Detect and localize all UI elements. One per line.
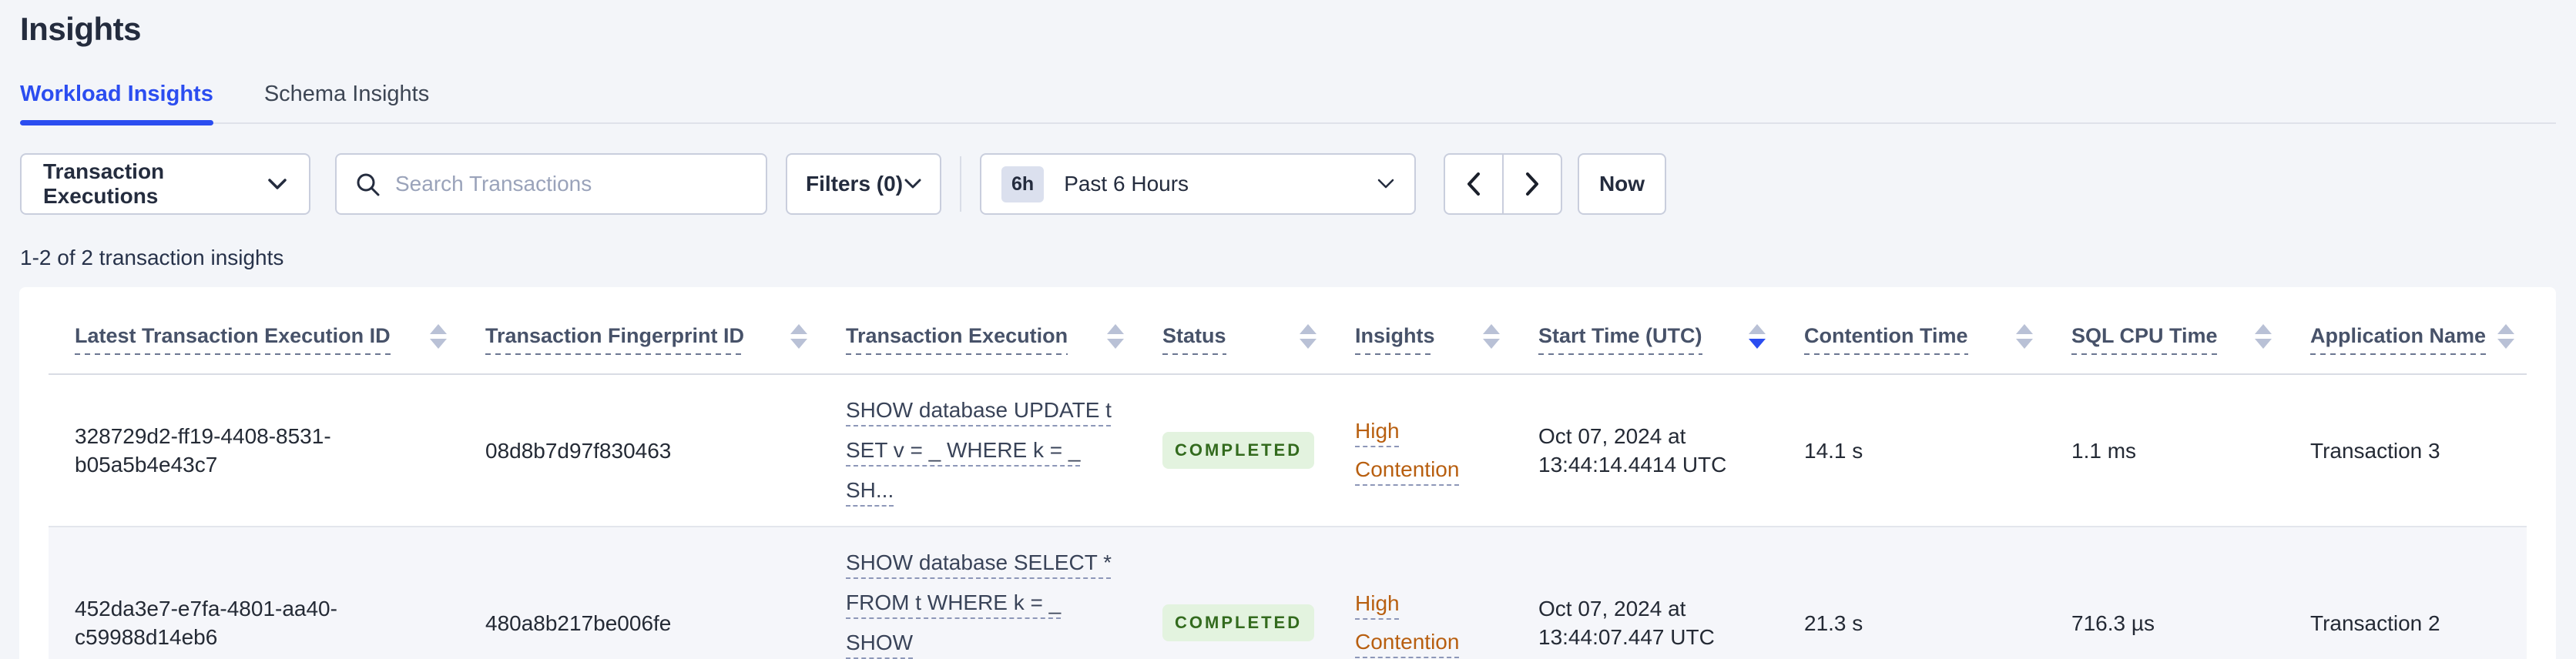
transaction-execution-link[interactable]: SHOW database SELECT * FROM t WHERE k = … — [846, 550, 1112, 659]
table-row: 328729d2-ff19-4408-8531- b05a5b4e43c7 08… — [49, 374, 2527, 527]
time-pager — [1444, 153, 1562, 215]
transaction-execution-link[interactable]: SHOW database UPDATE t SET v = _ WHERE k… — [846, 398, 1112, 502]
sort-icon[interactable] — [2255, 324, 2272, 349]
transaction-execution-cell: SHOW database UPDATE t SET v = _ WHERE k… — [820, 374, 1136, 527]
column-header-fingerprint-id[interactable]: Transaction Fingerprint ID — [459, 287, 820, 374]
next-time-button[interactable] — [1502, 153, 1562, 215]
time-range-badge: 6h — [1001, 166, 1045, 202]
contention-time-cell: 21.3 s — [1804, 610, 1863, 635]
high-contention-link[interactable]: High Contention — [1355, 591, 1459, 654]
column-header-latest-execution-id[interactable]: Latest Transaction Execution ID — [49, 287, 459, 374]
column-header-status[interactable]: Status — [1136, 287, 1329, 374]
start-time-cell: Oct 07, 2024 at 13:44:07.447 UTC — [1538, 597, 1715, 649]
chevron-down-icon — [904, 179, 921, 189]
chevron-down-icon — [1377, 179, 1394, 189]
search-input[interactable] — [335, 153, 767, 215]
table-header-row: Latest Transaction Execution ID Transact… — [49, 287, 2527, 374]
status-cell: COMPLETED — [1136, 374, 1329, 527]
status-cell: COMPLETED — [1136, 527, 1329, 659]
search-container — [335, 153, 767, 215]
status-badge: COMPLETED — [1162, 604, 1315, 641]
column-header-insights[interactable]: Insights — [1329, 287, 1512, 374]
sql-cpu-time-cell: 1.1 ms — [2071, 438, 2137, 463]
sort-icon[interactable] — [790, 324, 807, 349]
tab-schema-insights[interactable]: Schema Insights — [264, 82, 429, 122]
insights-table-card: Latest Transaction Execution ID Transact… — [19, 287, 2556, 659]
sort-icon[interactable] — [2016, 324, 2033, 349]
time-range-label: Past 6 Hours — [1064, 172, 1189, 196]
toolbar-divider — [960, 156, 961, 212]
fingerprint-id-cell: 08d8b7d97f830463 — [485, 438, 672, 463]
fingerprint-id-cell: 480a8b217be006fe — [485, 610, 672, 635]
contention-time-cell: 14.1 s — [1804, 438, 1863, 463]
execution-type-dropdown[interactable]: Transaction Executions — [20, 153, 310, 215]
toolbar: Transaction Executions Filters (0) 6h Pa… — [20, 153, 2556, 215]
previous-time-button[interactable] — [1444, 153, 1504, 215]
application-name-cell: Transaction 3 — [2310, 438, 2440, 463]
now-button[interactable]: Now — [1578, 153, 1666, 215]
column-header-sql-cpu-time[interactable]: SQL CPU Time — [2045, 287, 2284, 374]
sort-icon[interactable] — [2497, 324, 2514, 349]
chevron-down-icon — [268, 179, 287, 189]
insights-cell: High Contention — [1329, 527, 1512, 659]
search-icon — [357, 173, 380, 196]
status-badge: COMPLETED — [1162, 432, 1315, 469]
page-title: Insights — [20, 11, 142, 47]
insights-page: Insights Workload Insights Schema Insigh… — [0, 0, 2576, 659]
sql-cpu-time-cell: 716.3 µs — [2071, 610, 2155, 635]
sort-icon[interactable] — [1483, 324, 1500, 349]
chevron-left-icon — [1467, 172, 1480, 196]
filters-label: Filters (0) — [806, 172, 904, 196]
results-summary: 1-2 of 2 transaction insights — [20, 246, 284, 269]
execution-type-label: Transaction Executions — [43, 159, 165, 208]
transaction-insights-table: Latest Transaction Execution ID Transact… — [49, 287, 2527, 659]
sort-icon-active-desc[interactable] — [1749, 324, 1766, 349]
application-name-cell: Transaction 2 — [2310, 610, 2440, 635]
insights-cell: High Contention — [1329, 374, 1512, 527]
filters-dropdown[interactable]: Filters (0) — [786, 153, 941, 215]
high-contention-link[interactable]: High Contention — [1355, 419, 1459, 481]
column-header-application-name[interactable]: Application Name — [2284, 287, 2527, 374]
start-time-cell: Oct 07, 2024 at 13:44:14.4414 UTC — [1538, 424, 1727, 477]
transaction-execution-cell: SHOW database SELECT * FROM t WHERE k = … — [820, 527, 1136, 659]
sort-icon[interactable] — [430, 324, 447, 349]
sort-icon[interactable] — [1300, 324, 1317, 349]
sort-icon[interactable] — [1107, 324, 1124, 349]
column-header-start-time[interactable]: Start Time (UTC) — [1512, 287, 1778, 374]
tab-bar: Workload Insights Schema Insights — [20, 82, 2556, 125]
column-header-transaction-execution[interactable]: Transaction Execution — [820, 287, 1136, 374]
chevron-right-icon — [1526, 172, 1538, 196]
table-row: 452da3e7-e7fa-4801-aa40- c59988d14eb6 48… — [49, 527, 2527, 659]
column-header-contention-time[interactable]: Contention Time — [1778, 287, 2045, 374]
time-range-picker[interactable]: 6h Past 6 Hours — [980, 153, 1416, 215]
latest-execution-id-cell: 452da3e7-e7fa-4801-aa40- c59988d14eb6 — [75, 597, 337, 649]
latest-execution-id-cell: 328729d2-ff19-4408-8531- b05a5b4e43c7 — [75, 424, 331, 477]
tab-workload-insights[interactable]: Workload Insights — [20, 82, 213, 125]
